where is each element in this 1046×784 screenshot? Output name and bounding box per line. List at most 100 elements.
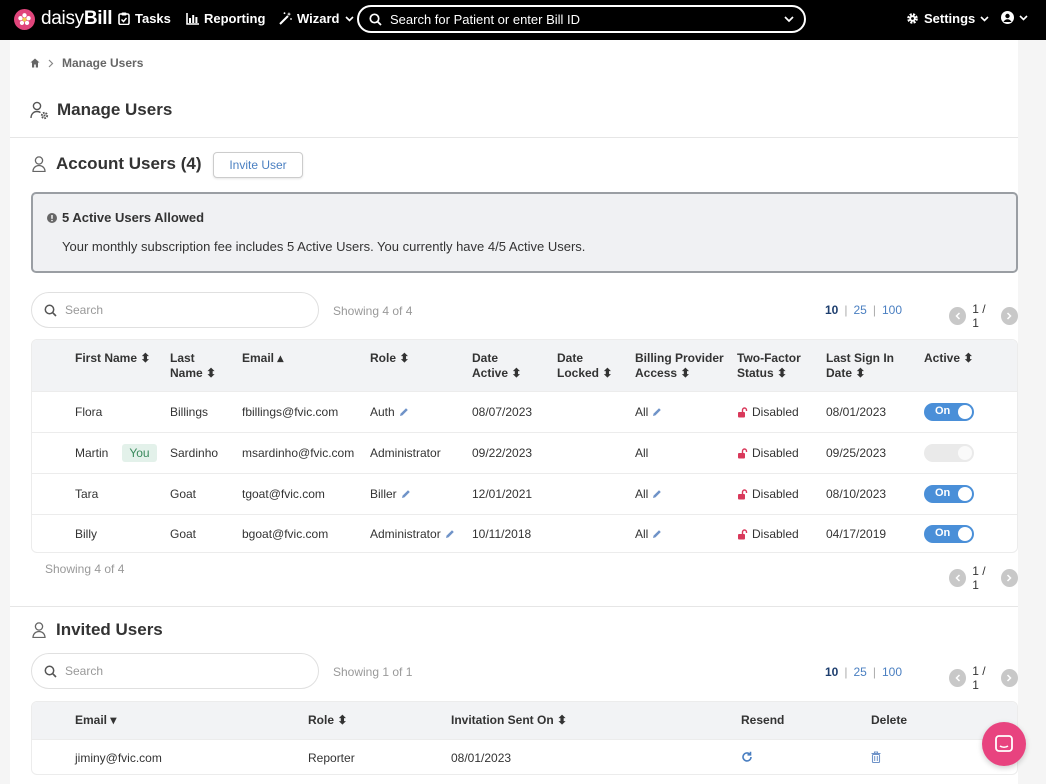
previous-page-button[interactable]: [949, 307, 967, 325]
chevron-right-icon: [1007, 312, 1012, 320]
nav-settings-menu[interactable]: Settings: [906, 11, 989, 26]
page-title-text: Manage Users: [57, 100, 173, 119]
pencil-icon[interactable]: [445, 529, 455, 539]
table-row: Tara Goat tgoat@fvic.com Biller 12/01/20…: [32, 473, 1017, 514]
col-two-factor-status[interactable]: Two-Factor Status ⬍: [737, 351, 801, 381]
page-size-100[interactable]: 100: [882, 303, 902, 317]
cell-date-active: 12/01/2021: [472, 487, 533, 501]
cell-role: Reporter: [308, 751, 355, 765]
page-content: Manage Users Manage Users Account Users …: [10, 40, 1018, 784]
page-size-25[interactable]: 25: [853, 303, 866, 317]
col-email[interactable]: Email ▴: [242, 351, 283, 366]
col-last-sign-in[interactable]: Last Sign In Date ⬍: [826, 351, 894, 381]
breadcrumb-current: Manage Users: [62, 56, 144, 70]
pencil-icon[interactable]: [652, 489, 662, 499]
cell-first-name: Flora: [75, 405, 103, 419]
breadcrumb: Manage Users: [30, 56, 143, 70]
next-page-button[interactable]: [1000, 307, 1018, 325]
nav-reporting[interactable]: Reporting: [186, 11, 265, 26]
cell-date-active: 09/22/2023: [472, 446, 533, 460]
search-placeholder: Search for Patient or enter Bill ID: [390, 11, 581, 27]
cell-email: fbillings@fvic.com: [242, 405, 339, 419]
clipboard-icon: [118, 12, 130, 25]
cell-email: bgoat@fvic.com: [242, 527, 329, 541]
page-size-25[interactable]: 25: [853, 665, 866, 679]
pencil-icon[interactable]: [401, 489, 411, 499]
divider: [10, 137, 1018, 138]
cell-last-name: Sardinho: [170, 446, 219, 460]
col-active[interactable]: Active ⬍: [924, 351, 973, 366]
chat-support-button[interactable]: [982, 722, 1026, 766]
active-toggle-disabled: [924, 444, 974, 462]
info-circle-icon: [47, 212, 57, 223]
user-account-menu[interactable]: [1001, 11, 1028, 24]
cell-last-name: Billings: [170, 405, 209, 419]
next-page-button[interactable]: [1000, 569, 1018, 587]
resend-button[interactable]: [741, 751, 753, 763]
page-size-10[interactable]: 10: [825, 665, 838, 679]
daisy-flower-icon: [14, 8, 35, 30]
pagination: 1 / 1: [949, 664, 1018, 692]
showing-count: Showing 4 of 4: [333, 304, 413, 318]
separator: |: [844, 303, 848, 317]
pencil-icon[interactable]: [399, 407, 409, 417]
bar-chart-icon: [186, 12, 199, 25]
account-users-search-input[interactable]: Search: [31, 292, 319, 328]
invite-user-button[interactable]: Invite User: [213, 152, 303, 178]
chevron-left-icon: [955, 574, 960, 582]
nav-wizard-menu[interactable]: Wizard: [279, 11, 354, 26]
col-invitation-sent-on[interactable]: Invitation Sent On ⬍: [451, 713, 567, 728]
table-row: jiminy@fvic.com Reporter 08/01/2023: [32, 739, 1017, 774]
page-size-selector: 10 | 25 | 100: [825, 303, 902, 317]
user-circle-icon: [1001, 11, 1014, 24]
col-date-active[interactable]: Date Active ⬍: [472, 351, 521, 381]
search-placeholder: Search: [65, 303, 104, 317]
separator: |: [872, 665, 876, 679]
cell-email: msardinho@fvic.com: [242, 446, 355, 460]
account-users-heading: Account Users (4): [32, 154, 201, 174]
col-last-name[interactable]: Last Name ⬍: [170, 351, 216, 381]
active-toggle[interactable]: On: [924, 485, 974, 503]
page-title: Manage Users: [30, 100, 172, 120]
cell-sent-on: 08/01/2023: [451, 751, 512, 765]
page-indicator: 1 / 1: [972, 664, 986, 692]
daisybill-logo[interactable]: daisyBill: [14, 8, 113, 30]
active-toggle[interactable]: On: [924, 525, 974, 543]
chevron-right-icon: [1007, 574, 1012, 582]
unlock-icon: [738, 447, 748, 458]
next-page-button[interactable]: [1000, 669, 1018, 687]
delete-button[interactable]: [871, 751, 881, 763]
magic-wand-icon: [279, 12, 292, 25]
col-email[interactable]: Email ▾: [75, 713, 116, 728]
chevron-left-icon: [955, 674, 960, 682]
home-icon[interactable]: [30, 58, 40, 68]
search-icon: [369, 12, 382, 26]
patient-bill-search[interactable]: Search for Patient or enter Bill ID: [357, 5, 806, 33]
invited-users-heading: Invited Users: [32, 620, 163, 640]
nav-tasks[interactable]: Tasks: [118, 11, 171, 26]
cell-billing-access: All: [635, 487, 662, 501]
col-date-locked[interactable]: Date Locked ⬍: [557, 351, 612, 381]
pencil-icon[interactable]: [652, 529, 662, 539]
top-navbar: daisyBill Tasks Reporting Wizard Search …: [0, 0, 1046, 40]
previous-page-button[interactable]: [949, 669, 967, 687]
cell-two-factor: Disabled: [737, 527, 799, 541]
cell-first-name: Martin You: [75, 444, 157, 462]
active-toggle[interactable]: On: [924, 403, 974, 421]
page-size-100[interactable]: 100: [882, 665, 902, 679]
cell-role: Biller: [370, 487, 411, 501]
col-first-name[interactable]: First Name ⬍: [75, 351, 150, 366]
page-size-10[interactable]: 10: [825, 303, 838, 317]
pagination-bottom: 1 / 1: [949, 564, 1018, 592]
table-row: Martin You Sardinho msardinho@fvic.com Ad…: [32, 432, 1017, 473]
page-indicator: 1 / 1: [972, 564, 986, 592]
alert-title: 5 Active Users Allowed: [47, 210, 204, 225]
col-billing-provider-access[interactable]: Billing Provider Access ⬍: [635, 351, 724, 381]
invited-users-table: Email ▾ Role ⬍ Invitation Sent On ⬍ Rese…: [31, 701, 1018, 775]
invited-users-search-input[interactable]: Search: [31, 653, 319, 689]
previous-page-button[interactable]: [949, 569, 967, 587]
cell-first-name: Tara: [75, 487, 99, 501]
pencil-icon[interactable]: [652, 407, 662, 417]
col-role[interactable]: Role ⬍: [370, 351, 409, 366]
col-role[interactable]: Role ⬍: [308, 713, 347, 728]
